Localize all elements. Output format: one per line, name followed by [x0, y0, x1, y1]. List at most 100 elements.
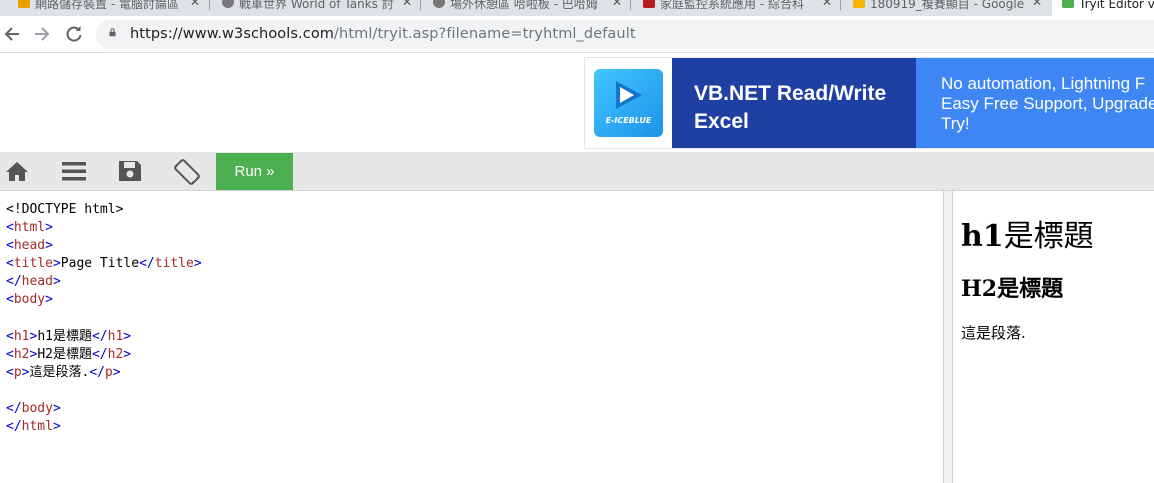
code-line[interactable]: <h2>H2是標題</h2>: [6, 346, 202, 364]
code-bracket: <: [6, 220, 14, 236]
lock-icon: [109, 28, 116, 37]
code-line[interactable]: <body>: [6, 291, 202, 309]
address-bar[interactable]: https://www.w3schools.com/html/tryit.asp…: [96, 20, 1154, 49]
tab-favicon-icon: [643, 0, 655, 8]
code-line[interactable]: [6, 382, 202, 400]
code-tag-name: p: [104, 364, 113, 380]
menu-icon[interactable]: [61, 159, 87, 183]
tab-favicon-icon: [433, 0, 445, 8]
tryit-toolbar: Run »: [0, 152, 1154, 191]
pane-divider-handle[interactable]: [943, 191, 953, 483]
tab-close-icon[interactable]: ✕: [402, 0, 412, 8]
browser-tab[interactable]: 180919_複賽顯目 - Google ✕: [853, 0, 1046, 16]
home-icon[interactable]: [4, 159, 30, 183]
code-bracket: <: [6, 256, 14, 272]
code-text: Page Title: [60, 256, 140, 272]
tab-favicon-icon: [853, 0, 865, 8]
code-line[interactable]: </html>: [6, 418, 202, 436]
code-bracket: <: [6, 328, 14, 344]
tab-favicon-icon: [222, 0, 234, 8]
back-arrow-icon[interactable]: [2, 24, 22, 44]
ad-headline: VB.NET Read/Write Excel: [694, 82, 887, 133]
tab-close-icon[interactable]: ✕: [190, 0, 200, 8]
code-bracket: >: [112, 364, 121, 380]
result-pane: h1是標題 H2是標題 這是段落.: [953, 191, 1154, 483]
code-line[interactable]: <p>這是段落.</p>: [6, 364, 202, 382]
code-tag-name: title: [13, 256, 53, 272]
code-tag-name: h1: [107, 328, 124, 344]
code-bracket: >: [52, 401, 61, 417]
reload-icon[interactable]: [64, 24, 84, 44]
tab-close-icon[interactable]: ✕: [822, 0, 832, 8]
code-bracket: </: [6, 419, 22, 435]
ad-headline-panel: VB.NET Read/Write Excel: [672, 58, 916, 148]
browser-tab[interactable]: 網路儲存裝置 - 電腦討論區 ✕: [18, 0, 204, 16]
browser-tab-strip: 網路儲存裝置 - 電腦討論區 ✕ 戰車世界 World of Tanks 討 ✕…: [0, 0, 1154, 16]
code-line[interactable]: </body>: [6, 400, 202, 418]
ad-banner[interactable]: E-ICEBLUE VB.NET Read/Write Excel No aut…: [584, 57, 1154, 149]
code-bracket: >: [52, 256, 61, 272]
tab-separator: [630, 0, 631, 10]
code-bracket: >: [45, 292, 53, 308]
code-bracket: >: [123, 328, 132, 344]
code-bracket: </: [6, 274, 22, 290]
rotate-icon[interactable]: [172, 157, 202, 187]
eiceblue-logo: E-ICEBLUE: [594, 69, 663, 137]
code-bracket: <: [6, 292, 14, 308]
code-bracket: <: [6, 238, 14, 254]
ad-tagline: No automation, Lightning F Easy Free Sup…: [941, 74, 1154, 133]
code-line[interactable]: [6, 310, 202, 328]
code-line[interactable]: </head>: [6, 273, 202, 291]
tab-close-icon[interactable]: ✕: [612, 0, 622, 8]
code-text: <!DOCTYPE html>: [6, 202, 124, 217]
code-bracket: </: [6, 401, 22, 417]
browser-tab[interactable]: 戰車世界 World of Tanks 討 ✕: [222, 0, 416, 16]
browser-tab-active[interactable]: Tryit Editor v: [1052, 0, 1154, 16]
tab-favicon-icon: [1062, 0, 1074, 8]
code-tag-name: h1: [13, 328, 30, 344]
code-bracket: </: [89, 364, 105, 380]
code-tag-name: html: [21, 419, 53, 435]
tab-favicon-icon: [18, 0, 30, 8]
code-bracket: <: [6, 346, 14, 362]
run-button[interactable]: Run »: [216, 153, 293, 190]
code-text: h1是標題: [37, 328, 92, 344]
code-bracket: </: [91, 328, 108, 344]
browser-tab[interactable]: 場外休憩區 哈啦板 - 巴哈姆 ✕: [433, 0, 626, 16]
result-paragraph: 這是段落.: [961, 324, 1026, 342]
save-icon[interactable]: [117, 159, 143, 183]
code-line[interactable]: <!DOCTYPE html>: [6, 201, 202, 219]
code-bracket: >: [193, 256, 202, 272]
code-tag-name: head: [13, 238, 46, 254]
code-tag-name: head: [21, 274, 53, 290]
tab-separator: [420, 0, 421, 10]
code-tag-name: p: [13, 364, 22, 380]
result-h2: H2是標題: [961, 276, 1064, 302]
code-bracket: >: [45, 238, 53, 254]
code-line[interactable]: <title>Page Title</title>: [6, 255, 202, 273]
code-editor[interactable]: <!DOCTYPE html> <html> <head> <title>Page T…: [0, 191, 943, 483]
ad-area: E-ICEBLUE VB.NET Read/Write Excel No aut…: [0, 53, 1154, 152]
forward-arrow-icon[interactable]: [32, 24, 52, 44]
ad-tagline-panel: No automation, Lightning F Easy Free Sup…: [916, 58, 1154, 148]
code-line[interactable]: <h1>h1是標題</h1>: [6, 328, 202, 346]
code-tag-name: h2: [13, 346, 30, 362]
code-line[interactable]: <head>: [6, 237, 202, 255]
code-bracket: >: [52, 419, 61, 435]
code-line[interactable]: <html>: [6, 219, 202, 237]
code-bracket: </: [91, 346, 108, 362]
code-tag-name: title: [154, 256, 194, 272]
result-h1: h1是標題: [961, 219, 1094, 254]
code-bracket: >: [123, 346, 132, 362]
code-bracket: >: [52, 274, 61, 290]
code-text[interactable]: <!DOCTYPE html> <html> <head> <title>Page T…: [6, 201, 202, 436]
code-tag-name: body: [21, 401, 53, 417]
code-bracket: >: [45, 220, 53, 236]
code-tag-name: html: [13, 220, 46, 236]
code-tag-name: body: [13, 292, 46, 308]
tab-close-icon[interactable]: ✕: [1032, 0, 1042, 8]
code-bracket: </: [139, 256, 155, 272]
url-text: https://www.w3schools.com/html/tryit.asp…: [130, 26, 636, 42]
tab-separator: [209, 0, 210, 10]
browser-tab[interactable]: 家庭監控系統應用 - 綜合科 ✕: [643, 0, 836, 16]
